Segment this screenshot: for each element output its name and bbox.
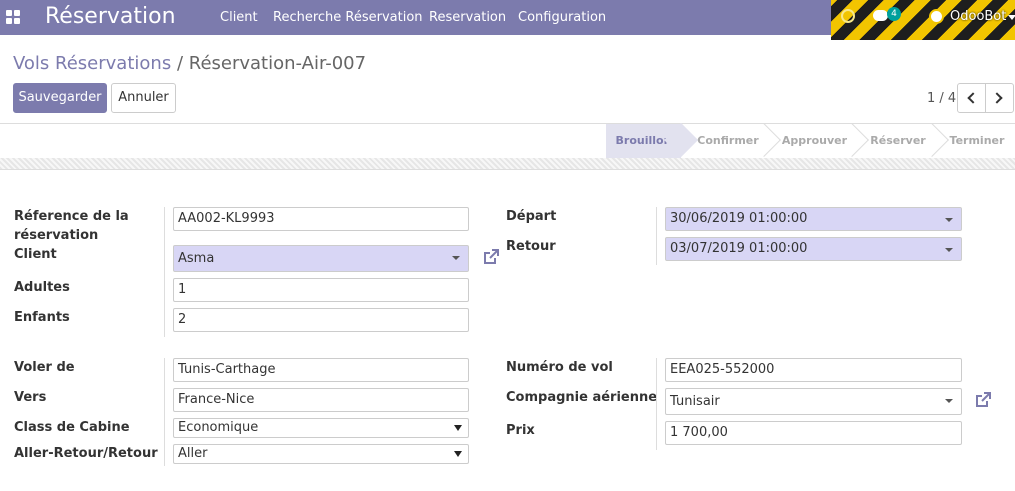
group-divider <box>656 207 657 265</box>
menu-item-client[interactable]: Client <box>220 10 258 26</box>
group-divider <box>656 358 657 450</box>
group-divider <box>164 207 165 337</box>
departure-label: Départ <box>506 209 557 224</box>
dropdown-caret-icon[interactable] <box>945 218 953 222</box>
airline-field[interactable]: Tunisair <box>665 388 962 415</box>
app-brand[interactable]: Réservation <box>45 5 176 29</box>
client-field[interactable]: Asma <box>173 245 469 272</box>
departure-date-value: 30/06/2019 01:00:00 <box>670 211 808 226</box>
departure-date-field[interactable]: 30/06/2019 01:00:00 <box>665 207 962 231</box>
menu-item-reservation[interactable]: Reservation <box>429 10 506 26</box>
reference-label-line1: Réference de la <box>14 209 129 224</box>
cabin-class-select[interactable]: Economique <box>173 418 469 438</box>
user-menu-name[interactable]: OdooBot <box>950 9 1006 25</box>
flight-number-field[interactable]: EEA025-552000 <box>665 358 962 382</box>
apps-grid-icon[interactable] <box>6 10 20 24</box>
trip-type-select[interactable]: Aller <box>173 444 469 464</box>
to-label: Vers <box>14 390 47 405</box>
price-label: Prix <box>506 423 535 438</box>
discard-button[interactable]: Annuler <box>111 83 176 113</box>
from-label: Voler de <box>14 360 75 375</box>
dropdown-caret-icon[interactable] <box>452 256 460 260</box>
menu-item-recherche-reservation[interactable]: Recherche Réservation <box>273 10 423 26</box>
adults-label: Adultes <box>14 280 70 295</box>
external-link-icon[interactable] <box>974 391 992 409</box>
adults-field[interactable]: 1 <box>173 278 469 302</box>
pager-previous-button[interactable] <box>957 83 986 113</box>
airline-label: Compagnie aérienne <box>506 390 658 405</box>
message-count-badge: 4 <box>887 7 901 21</box>
price-field[interactable]: 1 700,00 <box>665 421 962 445</box>
from-field[interactable]: Tunis-Carthage <box>173 358 469 382</box>
avatar[interactable] <box>929 9 944 24</box>
flight-number-label: Numéro de vol <box>506 360 613 375</box>
cabin-class-label: Class de Cabine <box>14 420 130 435</box>
breadcrumb-separator: / <box>176 53 184 74</box>
dropdown-caret-icon[interactable] <box>454 451 462 457</box>
dropdown-caret-icon[interactable] <box>945 248 953 252</box>
systray: 4 OdooBot <box>831 0 1015 40</box>
caret-down-icon[interactable] <box>1008 15 1015 20</box>
reference-field[interactable]: AA002-KL9993 <box>173 207 469 231</box>
chat-bubbles-icon[interactable] <box>873 10 888 21</box>
reference-label-line2: réservation <box>14 228 99 243</box>
external-link-icon[interactable] <box>482 248 500 266</box>
children-label: Enfants <box>14 310 70 325</box>
client-value: Asma <box>178 251 215 266</box>
children-field[interactable]: 2 <box>173 308 469 332</box>
dropdown-caret-icon[interactable] <box>454 425 462 431</box>
save-button[interactable]: Sauvegarder <box>13 83 107 113</box>
breadcrumb: Vols Réservations / Réservation-Air-007 <box>13 53 366 75</box>
breadcrumb-parent-link[interactable]: Vols Réservations <box>13 53 171 74</box>
cabin-class-value: Economique <box>178 420 259 435</box>
statusbar: Brouillon Confirmer Approuver Réserver T… <box>0 123 1015 158</box>
pager-value[interactable]: 1 / 4 <box>927 91 956 107</box>
return-date-value: 03/07/2019 01:00:00 <box>670 241 808 256</box>
trip-type-label: Aller-Retour/Retour <box>14 446 158 461</box>
group-divider <box>164 358 165 466</box>
chevron-right-icon <box>991 92 1003 104</box>
status-stage-terminer[interactable]: Terminer <box>944 124 1010 158</box>
menu-item-configuration[interactable]: Configuration <box>518 10 606 26</box>
chevron-left-icon <box>967 92 979 104</box>
return-label: Retour <box>506 239 556 254</box>
to-field[interactable]: France-Nice <box>173 388 469 412</box>
pager-next-button[interactable] <box>985 83 1014 113</box>
form-sheet-background <box>0 158 1015 170</box>
client-label: Client <box>14 247 57 262</box>
trip-type-value: Aller <box>178 446 208 461</box>
dropdown-caret-icon[interactable] <box>945 399 953 403</box>
airline-value: Tunisair <box>670 394 720 409</box>
breadcrumb-current: Réservation-Air-007 <box>188 53 367 74</box>
return-date-field[interactable]: 03/07/2019 01:00:00 <box>665 237 962 261</box>
clock-icon[interactable] <box>841 9 855 23</box>
